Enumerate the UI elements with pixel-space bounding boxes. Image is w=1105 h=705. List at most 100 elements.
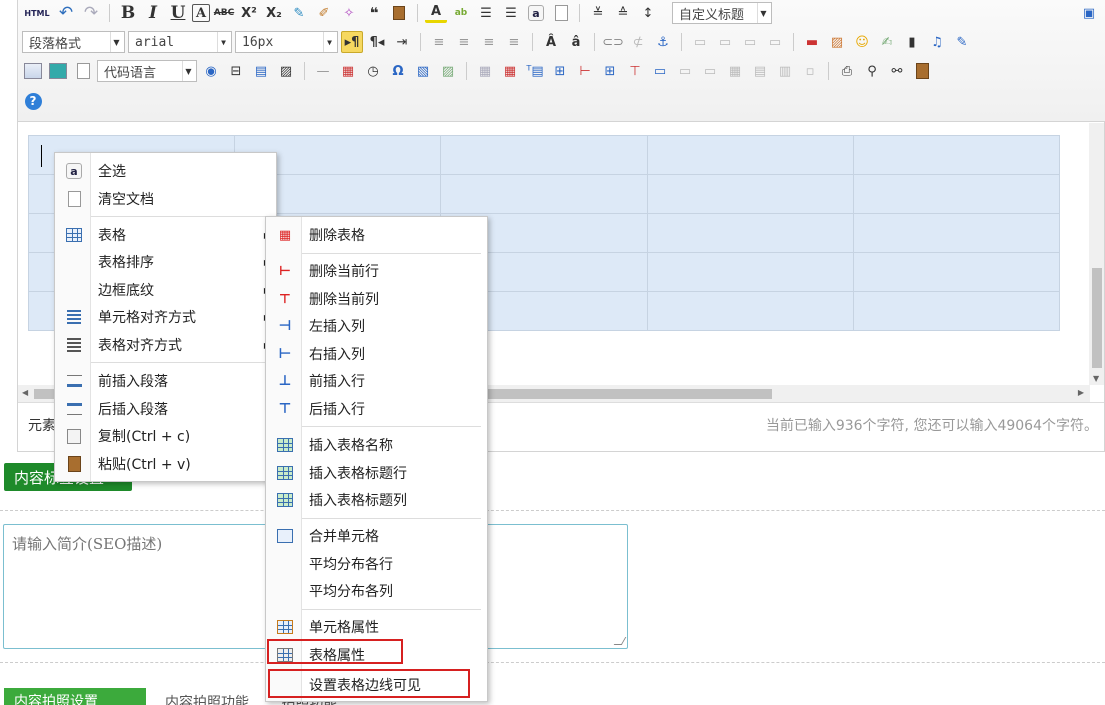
submenu-item-insert-title-col[interactable]: 插入表格标题列 <box>266 487 487 513</box>
menu-item-select-all[interactable]: a 全选 <box>55 158 276 184</box>
image-left-icon[interactable]: ▭ <box>714 31 736 53</box>
word-image-icon[interactable]: ▧ <box>412 60 434 82</box>
table-cell[interactable] <box>646 291 854 331</box>
ltr-icon[interactable]: ▸¶ <box>341 31 363 53</box>
table-cell[interactable] <box>646 135 854 175</box>
map-icon[interactable] <box>22 60 44 82</box>
delete-table-icon[interactable]: ▦ <box>499 60 521 82</box>
submenu-item-insert-col-left[interactable]: ⊣ 左插入列 <box>266 313 487 339</box>
auto-format-icon[interactable]: ✧ <box>338 2 360 24</box>
table-cell[interactable] <box>440 135 648 175</box>
image-none-icon[interactable]: ▭ <box>689 31 711 53</box>
submenu-item-insert-row-before[interactable]: ⊥ 前插入行 <box>266 368 487 394</box>
submenu-item-insert-col-right[interactable]: ⊢ 右插入列 <box>266 341 487 367</box>
menu-item-cell-align[interactable]: 单元格对齐方式 ▶ <box>55 304 276 330</box>
merge-down-icon[interactable]: ▭ <box>699 60 721 82</box>
submenu-item-delete-col[interactable]: ⊤ 删除当前列 <box>266 286 487 312</box>
anchor-icon[interactable]: ⚓ <box>652 31 674 53</box>
template-icon[interactable]: ▤ <box>250 60 272 82</box>
delete-col-icon[interactable]: ⊤ <box>624 60 646 82</box>
help-icon[interactable]: ? <box>22 90 44 112</box>
print-icon[interactable]: ⎙ <box>836 60 858 82</box>
redo-icon[interactable]: ↷ <box>80 2 102 24</box>
fullscreen-icon[interactable]: ▣ <box>1078 2 1100 24</box>
strikethrough-icon[interactable]: ABC <box>213 2 235 24</box>
submenu-item-cell-properties[interactable]: 单元格属性 <box>266 614 487 640</box>
to-uppercase-icon[interactable]: Â <box>540 31 562 53</box>
merge-right-icon[interactable]: ▭ <box>674 60 696 82</box>
attachment-icon[interactable]: ✎ <box>951 31 973 53</box>
draft-icon[interactable] <box>911 60 933 82</box>
menu-item-insert-para-after[interactable]: 后插入段落 <box>55 396 276 422</box>
align-right-icon[interactable]: ≡ <box>478 31 500 53</box>
table-cell[interactable] <box>852 252 1061 292</box>
web-app-icon[interactable]: ◉ <box>200 60 222 82</box>
paragraph-format-select[interactable]: 段落格式 ▼ <box>22 31 125 53</box>
page-break-icon[interactable]: ⊟ <box>225 60 247 82</box>
underline-icon[interactable]: U <box>167 2 189 24</box>
split-rows-icon[interactable]: ▤ <box>749 60 771 82</box>
font-color-icon[interactable]: A <box>425 3 447 23</box>
scrawl-icon[interactable]: ✍ <box>876 31 898 53</box>
submenu-item-distribute-rows[interactable]: 平均分布各行 <box>266 551 487 577</box>
undo-icon[interactable]: ↶ <box>55 2 77 24</box>
menu-item-table-align[interactable]: 表格对齐方式 ▶ <box>55 332 276 358</box>
subscript-icon[interactable]: X₂ <box>263 2 285 24</box>
menu-item-border-shading[interactable]: 边框底纹 ▶ <box>55 277 276 303</box>
blockquote-icon[interactable]: ❝ <box>363 2 385 24</box>
simple-upload-icon[interactable]: ▬ <box>801 31 823 53</box>
menu-item-clear-doc[interactable]: 清空文档 <box>55 186 276 212</box>
scrollbar-thumb[interactable] <box>1092 268 1102 368</box>
table-cell[interactable] <box>646 252 854 292</box>
link-icon[interactable]: ⊂⊃ <box>602 31 624 53</box>
submenu-item-insert-row-after[interactable]: ⊤ 后插入行 <box>266 396 487 422</box>
table-cell[interactable] <box>646 174 854 214</box>
to-lowercase-icon[interactable]: â <box>565 31 587 53</box>
table-cell[interactable] <box>852 291 1061 331</box>
font-border-icon[interactable]: A <box>192 4 210 22</box>
align-justify-icon[interactable]: ≡ <box>503 31 525 53</box>
split-cells-icon[interactable]: ▦ <box>724 60 746 82</box>
menu-item-table-sort[interactable]: 表格排序 ▶ <box>55 249 276 275</box>
scroll-right-icon[interactable]: ▶ <box>1078 388 1084 397</box>
menu-item-insert-para-before[interactable]: 前插入段落 <box>55 368 276 394</box>
align-left-icon[interactable]: ≡ <box>428 31 450 53</box>
submenu-item-insert-caption[interactable]: 插入表格名称 <box>266 432 487 458</box>
format-brush-icon[interactable]: ✐ <box>313 2 335 24</box>
background-icon[interactable]: ▨ <box>275 60 297 82</box>
table-cell[interactable] <box>852 213 1061 253</box>
preview-icon[interactable]: ▨ <box>437 60 459 82</box>
submenu-item-distribute-cols[interactable]: 平均分布各列 <box>266 578 487 604</box>
table-cell[interactable] <box>852 135 1061 175</box>
insert-frame-icon[interactable] <box>72 60 94 82</box>
insert-para-before-table-icon[interactable]: ᵀ▤ <box>524 60 546 82</box>
unordered-list-icon[interactable]: ☰ <box>500 2 522 24</box>
indent-icon[interactable]: ⇥ <box>391 31 413 53</box>
insert-col-icon[interactable]: ⊞ <box>599 60 621 82</box>
italic-icon[interactable]: I <box>142 2 164 24</box>
edit-table-icon[interactable]: ▫ <box>799 60 821 82</box>
menu-item-table[interactable]: 表格 ▶ <box>55 222 276 248</box>
row-spacing-bottom-icon[interactable]: ≙ <box>612 2 634 24</box>
insert-row-icon[interactable]: ⊞ <box>549 60 571 82</box>
font-size-select[interactable]: 16px ▼ <box>235 31 338 53</box>
submenu-item-delete-table[interactable]: ▦ 删除表格 <box>266 222 487 248</box>
split-cols-icon[interactable]: ▥ <box>774 60 796 82</box>
music-icon[interactable]: ♫ <box>926 31 948 53</box>
image-center-icon[interactable]: ▭ <box>764 31 786 53</box>
line-height-icon[interactable]: ↕ <box>637 2 659 24</box>
emotion-icon[interactable]: ☺ <box>851 31 873 53</box>
vertical-scrollbar[interactable]: ▼ <box>1089 123 1104 385</box>
submenu-item-delete-row[interactable]: ⊢ 删除当前行 <box>266 258 487 284</box>
search-icon[interactable]: ⚲ <box>861 60 883 82</box>
date-icon[interactable]: ▦ <box>337 60 359 82</box>
superscript-icon[interactable]: X² <box>238 2 260 24</box>
row-spacing-top-icon[interactable]: ≚ <box>587 2 609 24</box>
insert-image-icon[interactable]: ▨ <box>826 31 848 53</box>
merge-cells-icon[interactable]: ▭ <box>649 60 671 82</box>
special-chars-icon[interactable]: Ω <box>387 60 409 82</box>
bold-icon[interactable]: B <box>117 2 139 24</box>
menu-item-paste[interactable]: 粘贴(Ctrl + v) <box>55 451 276 477</box>
rtl-icon[interactable]: ¶◂ <box>366 31 388 53</box>
find-replace-icon[interactable]: ⚯ <box>886 60 908 82</box>
